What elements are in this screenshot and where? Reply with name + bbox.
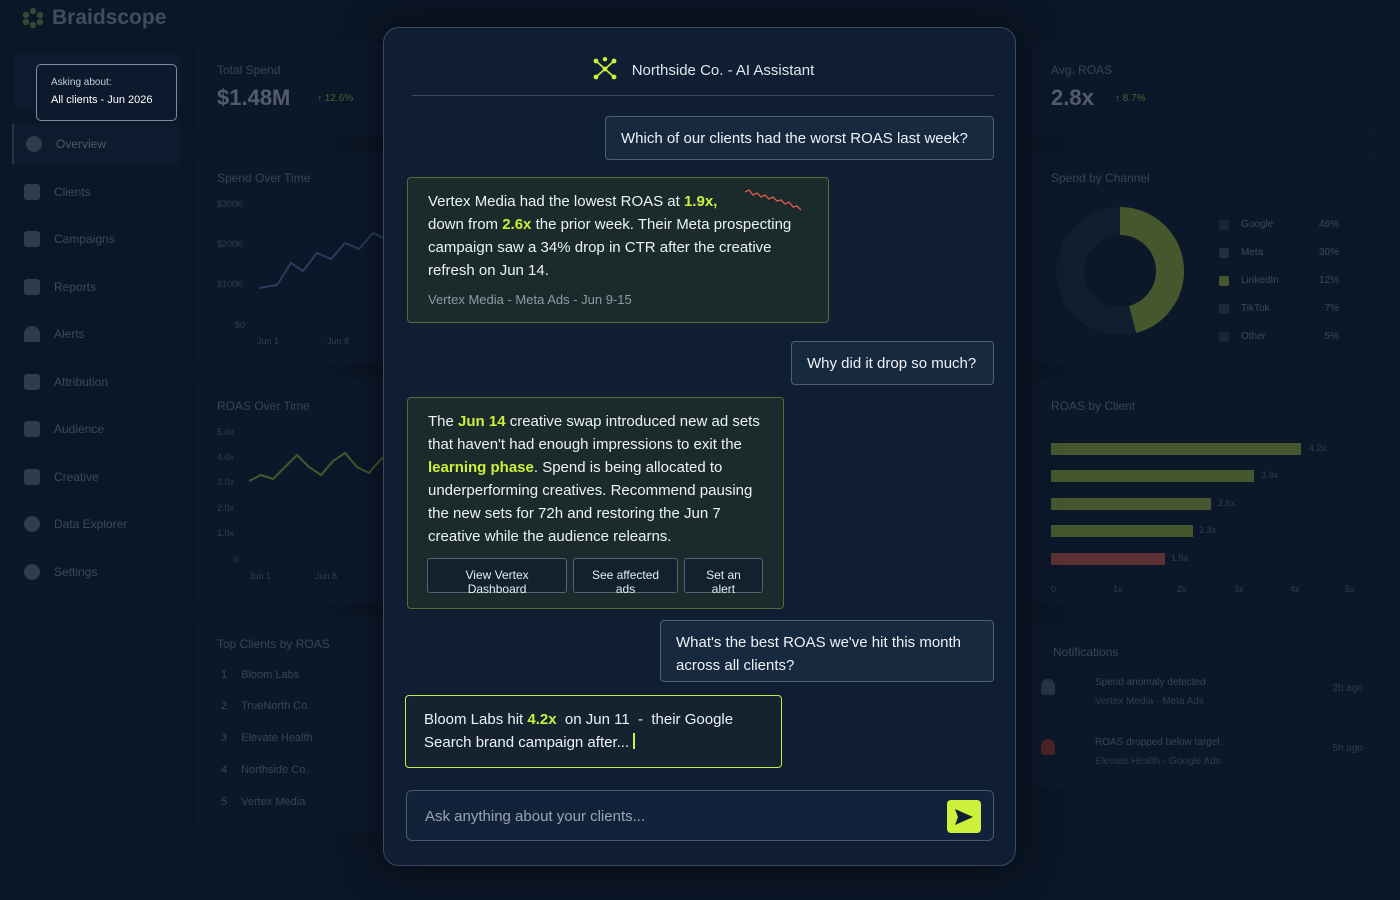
roas-sparkline — [745, 189, 802, 211]
bar — [1051, 443, 1301, 455]
bar — [1051, 498, 1211, 510]
kpi-total-spend: Total Spend $1.48M ↑ 12.6% — [198, 44, 398, 136]
network-icon — [24, 373, 40, 390]
sidebar-item-reports[interactable]: Reports — [12, 267, 180, 307]
spend-over-time-card: Spend Over Time $300K $200K $100K $0 Jun… — [198, 152, 399, 362]
sidebar-item-data-explorer[interactable]: Data Explorer — [12, 504, 180, 544]
sidebar-item-alerts[interactable]: Alerts — [12, 314, 180, 354]
group-icon — [24, 421, 40, 437]
sidebar-nav: Overview Clients Campaigns Reports Alert… — [12, 124, 180, 599]
assistant-message: The Jun 14 creative swap introduced new … — [407, 397, 784, 609]
sidebar-item-overview[interactable]: Overview — [12, 124, 180, 164]
roas-line — [249, 446, 399, 482]
bar — [1051, 525, 1193, 537]
legend-item: Google 46% — [1219, 219, 1339, 230]
magnifier-icon — [24, 516, 40, 532]
clock-icon — [26, 136, 42, 152]
send-icon — [955, 808, 973, 825]
table-row[interactable]: 5 Vertex Media — [221, 796, 305, 808]
sidebar-item-attribution[interactable]: Attribution — [12, 362, 180, 402]
roas-over-time-card: ROAS Over Time 5.0x 4.0x 3.0x 2.0x 1.0x … — [198, 380, 399, 602]
send-button[interactable] — [947, 800, 981, 833]
assistant-message: Vertex Media had the lowest ROAS at 1.9x… — [407, 177, 829, 323]
view-vertex-dashboard-button[interactable]: View Vertex Dashboard — [427, 558, 568, 596]
chat-input[interactable] — [425, 804, 925, 828]
bar — [1051, 553, 1165, 565]
notifications-card: Notifications Spend anomaly detected Ver… — [1032, 626, 1376, 786]
spend-by-channel-card: Spend by Channel Google 46% Meta 30% Linke… — [1032, 152, 1376, 362]
suggested-actions: View Vertex Dashboard See affected ads S… — [427, 558, 763, 596]
sidebar-item-campaigns[interactable]: Campaigns — [12, 219, 180, 259]
kpi-avg-roas: Avg. ROAS 2.8x ↑ 8.7% — [1032, 44, 1376, 136]
bell-icon — [24, 326, 40, 342]
image-icon — [24, 468, 40, 485]
table-row[interactable]: 2 TrueNorth Co. — [221, 700, 310, 712]
table-row[interactable]: 1 Bloom Labs — [221, 669, 299, 681]
ai-assistant-modal: Northside Co. - AI Assistant Which of ou… — [383, 27, 1016, 866]
roas-by-client-card: ROAS by Client 4.2x 3.3x 2.6x 2.3x 1.9x … — [1032, 380, 1376, 602]
logo-icon — [22, 7, 44, 29]
message-source: Vertex Media - Meta Ads - Jun 9-15 — [428, 292, 632, 307]
assistant-message-streaming: Bloom Labs hit 4.2x on Jun 11 - their Go… — [405, 695, 782, 768]
delta-up: ↑ 12.6% — [317, 93, 354, 104]
users-icon — [24, 183, 40, 200]
sidebar-item-creative[interactable]: Creative — [12, 457, 180, 497]
sidebar-item-clients[interactable]: Clients — [12, 172, 180, 212]
modal-title: Northside Co. - AI Assistant — [631, 62, 815, 79]
legend-item: Other 5% — [1219, 331, 1339, 342]
user-message: What's the best ROAS we've hit this mont… — [660, 620, 994, 682]
assistant-logo-icon — [593, 57, 617, 80]
table-row[interactable]: 3 Elevate Health — [221, 732, 313, 744]
gear-icon — [24, 563, 40, 580]
chat-composer — [406, 790, 994, 841]
legend-item: LinkedIn 12% — [1219, 275, 1339, 286]
delta-up: ↑ 8.7% — [1115, 93, 1146, 104]
see-affected-ads-button[interactable]: See affected ads — [573, 558, 678, 596]
modal-header: Northside Co. - AI Assistant — [412, 56, 994, 96]
legend-item: TikTok 7% — [1219, 303, 1339, 314]
legend-item: Meta 30% — [1219, 247, 1339, 258]
context-tooltip: Asking about: All clients - Jun 2026 — [36, 64, 177, 121]
sidebar-item-audience[interactable]: Audience — [12, 409, 180, 449]
typing-cursor — [633, 733, 636, 749]
sidebar-item-settings[interactable]: Settings — [12, 552, 180, 592]
table-row[interactable]: 4 Northside Co. — [221, 764, 308, 776]
app-name: Braidscope — [52, 6, 167, 29]
alert-bell-icon — [1041, 739, 1055, 755]
user-message: Which of our clients had the worst ROAS … — [605, 116, 994, 160]
megaphone-icon — [24, 231, 40, 247]
document-icon — [24, 278, 40, 295]
top-clients-card: Top Clients by ROAS 1 Bloom Labs 2 TrueNor… — [198, 618, 398, 832]
donut-chart — [1056, 207, 1184, 335]
user-message: Why did it drop so much? — [791, 341, 994, 385]
notification-item[interactable]: Spend anomaly detected Vertex Media - Me… — [1095, 677, 1363, 707]
bell-icon — [1041, 679, 1055, 695]
notification-item[interactable]: ROAS dropped below target Elevate Health… — [1095, 737, 1363, 767]
brand: Braidscope — [22, 6, 166, 30]
spend-line — [259, 222, 399, 289]
bar — [1051, 470, 1254, 482]
set-alert-button[interactable]: Set an alert — [683, 558, 763, 596]
